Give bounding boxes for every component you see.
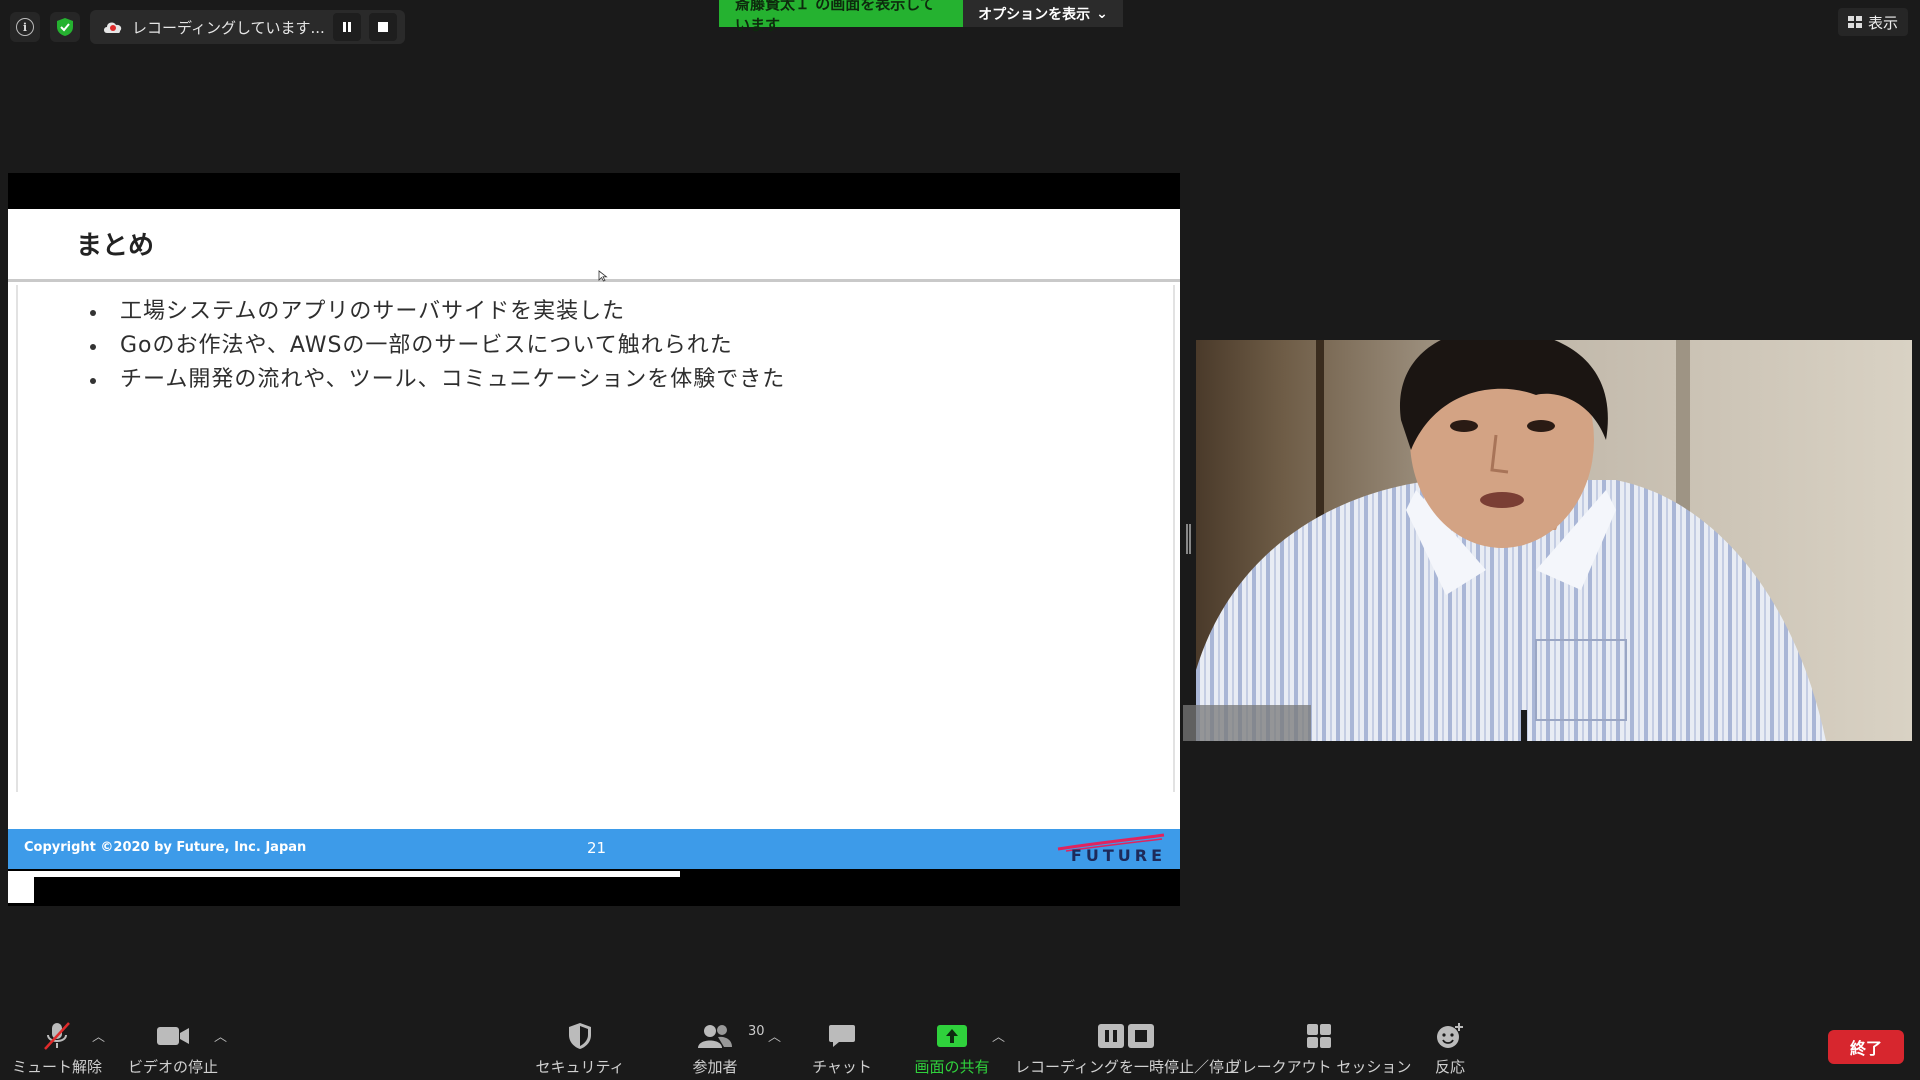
- recording-text: レコーディングしています...: [132, 18, 325, 37]
- security-button[interactable]: セキュリティ: [535, 1020, 625, 1080]
- presenter-toolbar-stub: [8, 871, 34, 903]
- top-left-controls: i レコーディングしています...: [10, 10, 405, 44]
- participant-name-plate: [1183, 705, 1311, 741]
- screen-share-banner: 斎藤賢太Ｉ の画面を表示しています オプションを表示 ⌄: [719, 0, 1123, 34]
- split-view-handle[interactable]: [1186, 524, 1191, 554]
- recording-indicator: レコーディングしています...: [90, 10, 405, 44]
- shield-check-icon: [57, 18, 73, 36]
- copyright-text: Copyright ©2020 by Future, Inc. Japan: [24, 840, 307, 855]
- audio-options-caret-icon[interactable]: ︿: [92, 1026, 105, 1045]
- mic-muted-icon: [41, 1020, 73, 1052]
- recording-control-label: レコーディングを一時停止／停止: [1015, 1058, 1239, 1076]
- encryption-button[interactable]: [50, 12, 80, 42]
- participants-label: 参加者: [692, 1058, 738, 1076]
- slide-footer: Copyright ©2020 by Future, Inc. Japan 21…: [8, 829, 1180, 869]
- participants-button[interactable]: 30 参加者: [680, 1020, 765, 1080]
- presentation-slide: まとめ 工場システムのアプリのサーバサイドを実装した Goのお作法や、AWSの一…: [8, 209, 1180, 869]
- reactions-label: 反応: [1434, 1058, 1465, 1076]
- bullet-item: Goのお作法や、AWSの一部のサービスについて触れられた: [90, 329, 785, 363]
- chat-button[interactable]: チャット: [812, 1020, 872, 1080]
- stop-icon: [377, 22, 388, 32]
- shared-screen[interactable]: まとめ 工場システムのアプリのサーバサイドを実装した Goのお作法や、AWSの一…: [8, 173, 1180, 906]
- participant-count: 30: [748, 1024, 765, 1039]
- view-label: 表示: [1867, 13, 1898, 32]
- pause-icon: [342, 22, 351, 32]
- bullet-item: チーム開発の流れや、ツール、コミュニケーションを体験できた: [90, 363, 785, 397]
- pause-stop-recording-icon: [1097, 1020, 1157, 1052]
- share-banner-text: 斎藤賢太Ｉ の画面を表示しています: [719, 0, 963, 34]
- slide-progress-strip: [8, 871, 680, 877]
- cloud-record-icon: [104, 22, 122, 33]
- view-options-label: オプションを表示: [978, 6, 1091, 23]
- security-label: セキュリティ: [535, 1058, 625, 1076]
- slide-title: まとめ: [76, 231, 155, 261]
- share-screen-button[interactable]: 画面の共有: [912, 1020, 992, 1080]
- end-meeting-button[interactable]: 終了: [1828, 1030, 1904, 1064]
- mouse-pointer-icon: [598, 270, 608, 282]
- video-camera-icon: [156, 1020, 190, 1052]
- slide-body: 工場システムのアプリのサーバサイドを実装した Goのお作法や、AWSの一部のサー…: [16, 285, 1175, 792]
- share-screen-icon: [936, 1020, 968, 1052]
- end-meeting-label: 終了: [1849, 1039, 1882, 1058]
- info-icon: i: [16, 18, 34, 36]
- pause-recording-button[interactable]: [332, 13, 361, 41]
- unmute-label: ミュート解除: [12, 1058, 103, 1076]
- brand-wordmark: FUTURE: [1070, 846, 1166, 865]
- share-screen-label: 画面の共有: [914, 1058, 990, 1076]
- bullet-item: 工場システムのアプリのサーバサイドを実装した: [90, 295, 785, 329]
- stop-video-button[interactable]: ビデオの停止: [128, 1020, 218, 1080]
- view-options-button[interactable]: オプションを表示 ⌄: [963, 0, 1123, 27]
- zoom-meeting-window: i レコーディングしています... 斎藤賢太Ｉ の画面を表示しています オプショ…: [0, 0, 1920, 1080]
- grid-view-icon: [1847, 16, 1862, 28]
- participant-video[interactable]: [1196, 340, 1912, 741]
- unmute-button[interactable]: ミュート解除: [12, 1020, 103, 1080]
- breakout-rooms-button[interactable]: ブレークアウト セッション: [1227, 1020, 1411, 1080]
- reactions-button[interactable]: 反応: [1420, 1020, 1480, 1080]
- stop-video-label: ビデオの停止: [128, 1058, 219, 1076]
- video-options-caret-icon[interactable]: ︿: [214, 1026, 227, 1045]
- breakout-label: ブレークアウト セッション: [1226, 1058, 1412, 1076]
- page-number: 21: [587, 839, 607, 857]
- title-divider: [8, 279, 1180, 282]
- meeting-info-button[interactable]: i: [10, 12, 40, 42]
- participant-video-frame: [1196, 340, 1912, 741]
- stop-recording-button[interactable]: [368, 13, 397, 41]
- bullet-list: 工場システムのアプリのサーバサイドを実装した Goのお作法や、AWSの一部のサー…: [90, 295, 785, 397]
- chevron-down-icon: ⌄: [1096, 5, 1108, 22]
- breakout-grid-icon: [1306, 1020, 1332, 1052]
- chat-bubble-icon: [828, 1020, 856, 1052]
- chat-label: チャット: [812, 1058, 872, 1076]
- participants-options-caret-icon[interactable]: ︿: [768, 1026, 781, 1045]
- recording-control-button[interactable]: レコーディングを一時停止／停止: [1015, 1020, 1239, 1080]
- future-logo: FUTURE: [1056, 833, 1166, 867]
- share-options-caret-icon[interactable]: ︿: [992, 1026, 1005, 1045]
- smiley-add-icon: [1435, 1020, 1465, 1052]
- view-button[interactable]: 表示: [1837, 8, 1908, 36]
- security-shield-icon: [568, 1020, 592, 1052]
- participants-icon: 30: [698, 1020, 765, 1052]
